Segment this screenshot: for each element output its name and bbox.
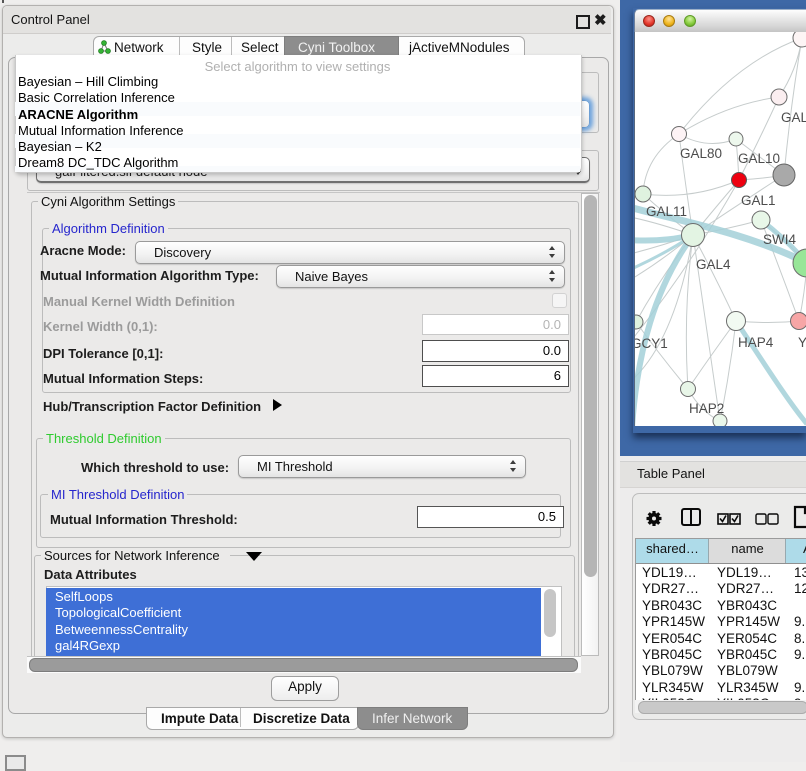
svg-text:GAL10: GAL10 [738, 151, 780, 166]
svg-text:GAL1: GAL1 [741, 193, 776, 208]
svg-text:HAP4: HAP4 [738, 335, 774, 350]
svg-text:Y: Y [798, 335, 806, 350]
svg-text:GCY1: GCY1 [635, 336, 668, 351]
svg-text:SWI4: SWI4 [763, 232, 796, 247]
svg-text:GAL7: GAL7 [781, 110, 806, 125]
svg-text:GAL11: GAL11 [646, 204, 687, 219]
svg-text:HAP2: HAP2 [689, 401, 724, 416]
svg-text:GAL4: GAL4 [696, 257, 731, 272]
svg-text:GAL80: GAL80 [680, 146, 722, 161]
